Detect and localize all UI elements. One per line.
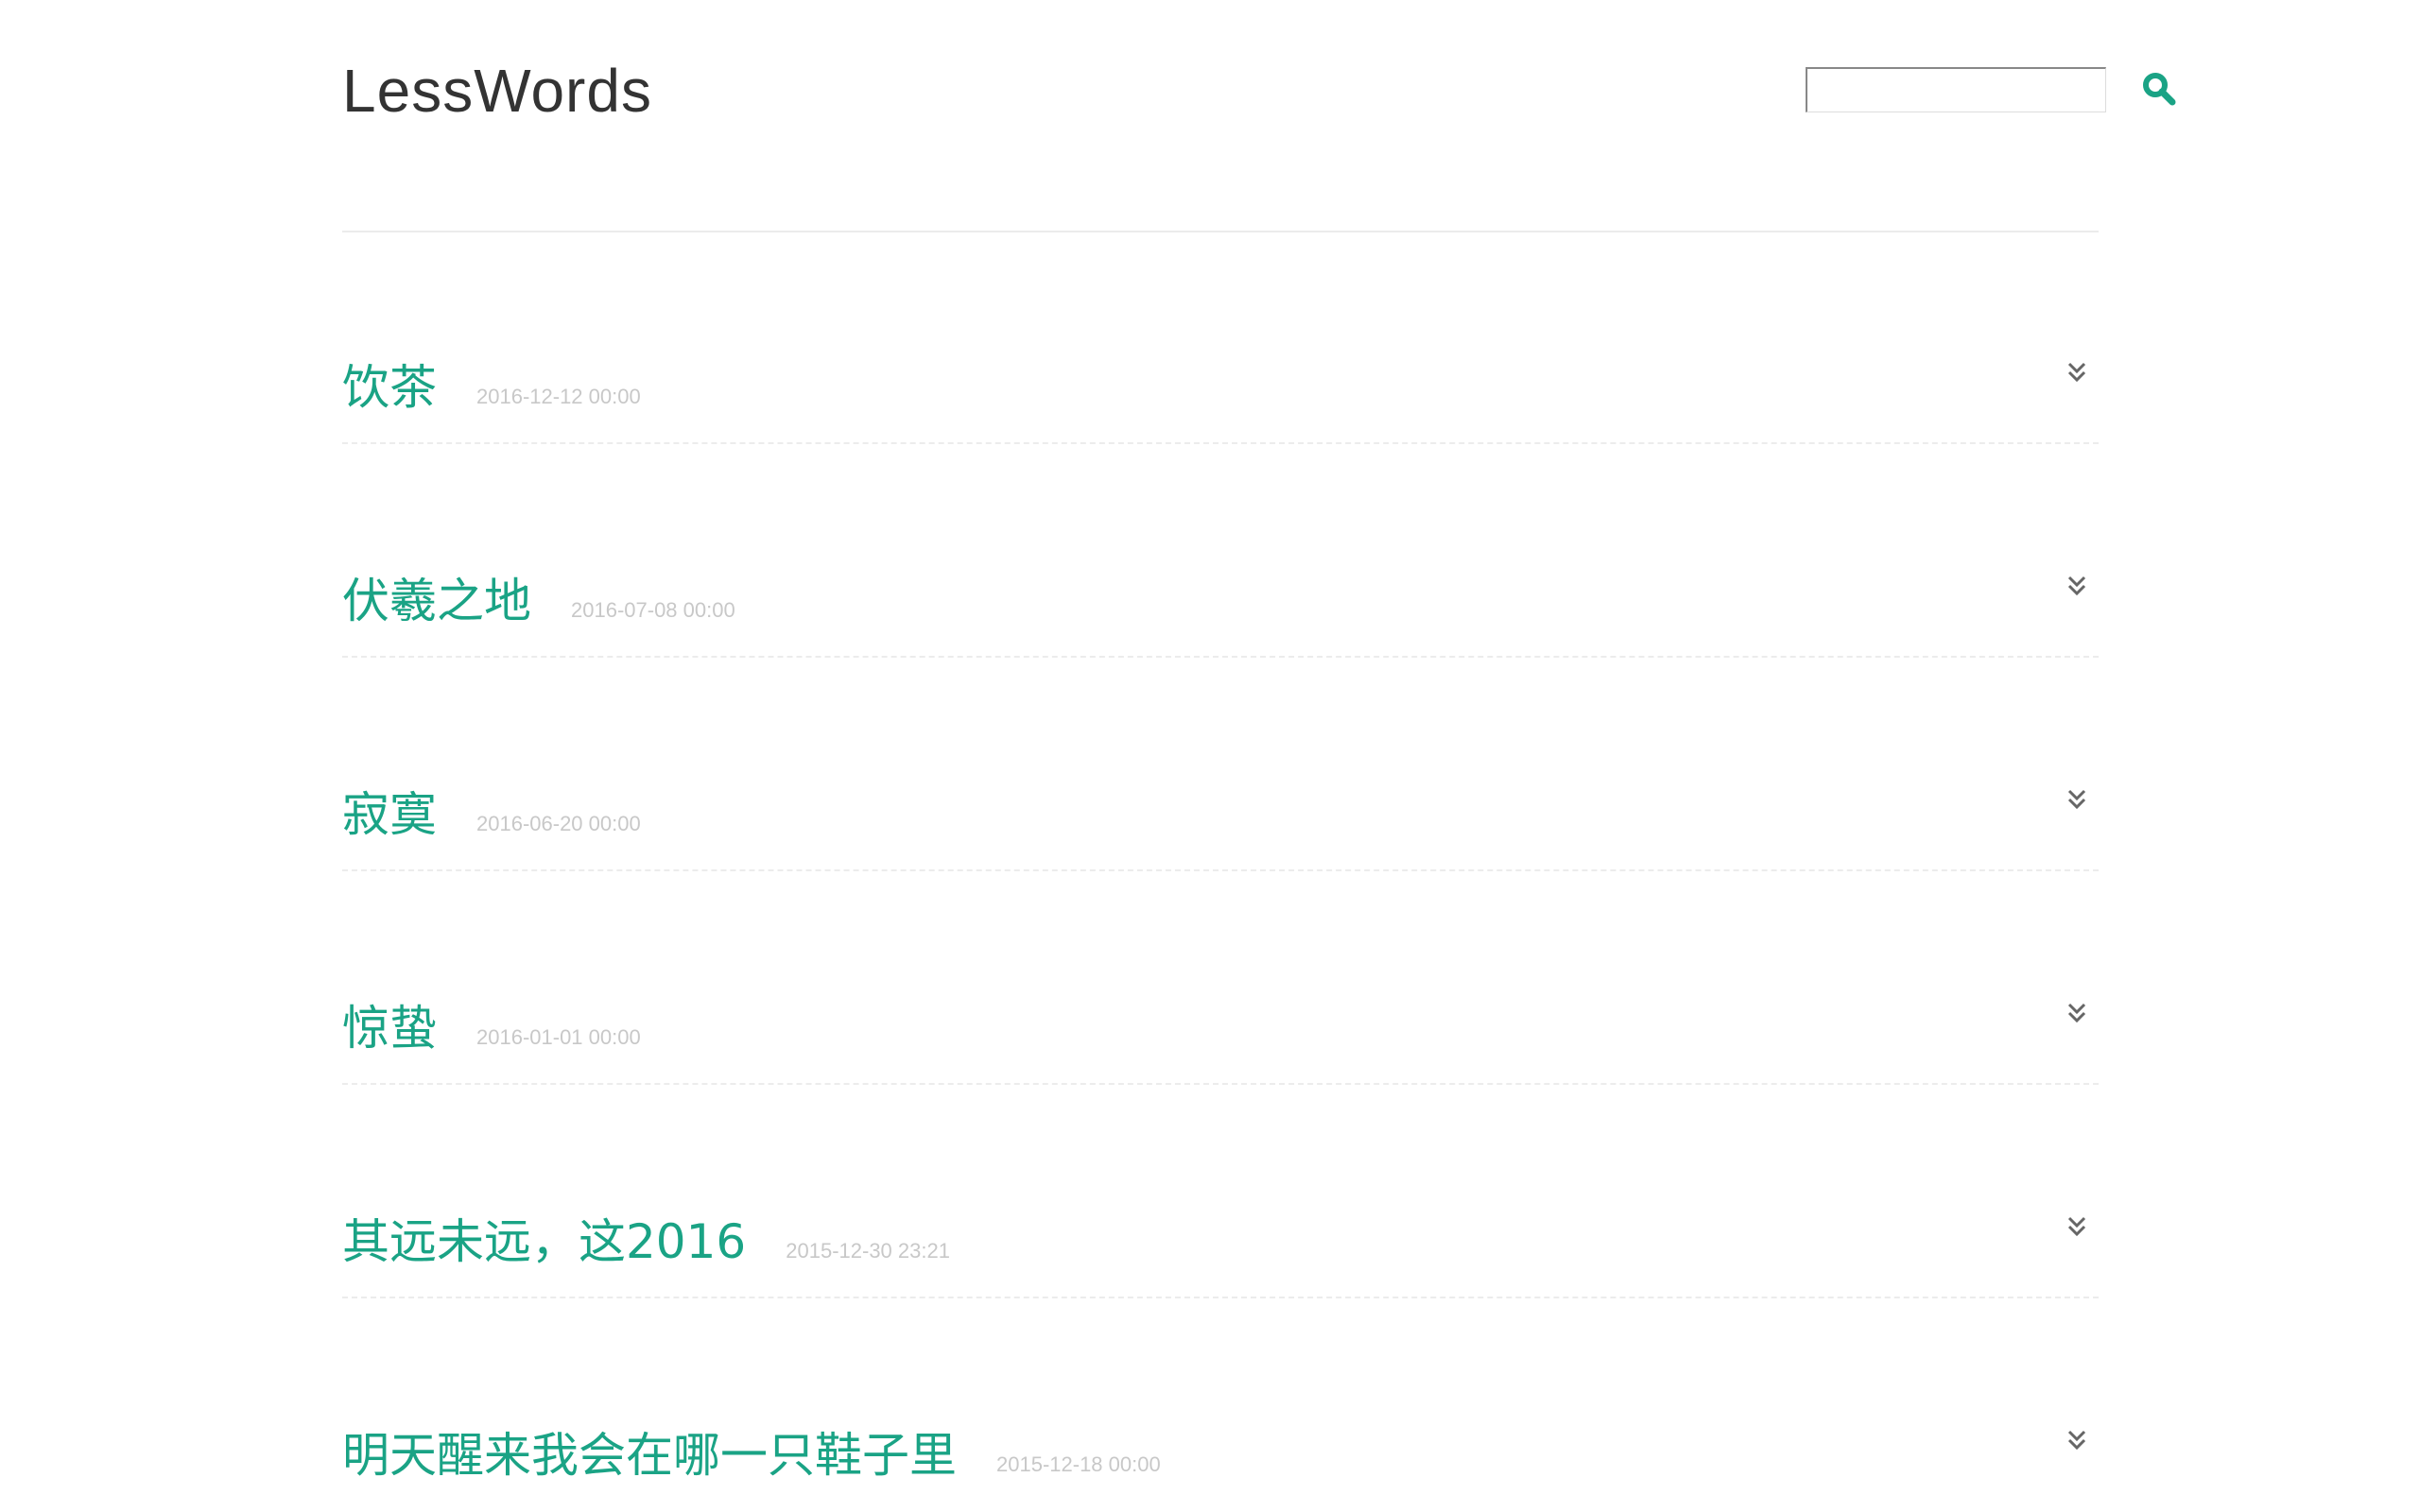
post-header: 其远未远，这2016 2015-12-30 23:21 xyxy=(342,1211,950,1272)
post-header: 惊蛰 2016-01-01 00:00 xyxy=(342,998,641,1058)
search-icon xyxy=(2143,73,2176,106)
post-item: 惊蛰 2016-01-01 00:00 xyxy=(342,871,2099,1085)
expand-button[interactable] xyxy=(2063,1000,2091,1028)
double-chevron-down-icon xyxy=(2067,362,2086,383)
expand-button[interactable] xyxy=(2063,786,2091,815)
post-date: 2016-01-01 00:00 xyxy=(476,1025,641,1049)
post-title[interactable]: 伏羲之地 xyxy=(342,571,531,631)
post-header: 寂寞 2016-06-20 00:00 xyxy=(342,784,641,845)
search-button[interactable] xyxy=(2140,70,2178,108)
post-title[interactable]: 饮茶 xyxy=(342,357,437,418)
expand-button[interactable] xyxy=(2063,359,2091,387)
double-chevron-down-icon xyxy=(2067,576,2086,596)
post-date: 2016-06-20 00:00 xyxy=(476,812,641,835)
post-date: 2016-12-12 00:00 xyxy=(476,385,641,408)
double-chevron-down-icon xyxy=(2067,789,2086,810)
site-header: LessWords xyxy=(342,0,2176,232)
post-item: 伏羲之地 2016-07-08 00:00 xyxy=(342,444,2099,658)
post-item: 其远未远，这2016 2015-12-30 23:21 xyxy=(342,1085,2099,1298)
post-title[interactable]: 寂寞 xyxy=(342,784,437,845)
page: LessWords 饮茶 2016-12-12 00:00 伏羲之地 2016-… xyxy=(0,0,2420,1512)
post-header: 饮茶 2016-12-12 00:00 xyxy=(342,357,641,418)
expand-button[interactable] xyxy=(2063,1213,2091,1242)
double-chevron-down-icon xyxy=(2067,1216,2086,1237)
post-title[interactable]: 明天醒来我会在哪一只鞋子里 xyxy=(342,1425,957,1486)
post-item: 寂寞 2016-06-20 00:00 xyxy=(342,658,2099,871)
post-date: 2015-12-18 00:00 xyxy=(996,1452,1161,1476)
double-chevron-down-icon xyxy=(2067,1003,2086,1023)
expand-button[interactable] xyxy=(2063,573,2091,601)
post-date: 2016-07-08 00:00 xyxy=(571,598,735,622)
post-list: 饮茶 2016-12-12 00:00 伏羲之地 2016-07-08 00:0… xyxy=(342,231,2099,1512)
site-title[interactable]: LessWords xyxy=(342,53,652,129)
post-title[interactable]: 惊蛰 xyxy=(342,998,437,1058)
post-item: 饮茶 2016-12-12 00:00 xyxy=(342,231,2099,444)
post-header: 伏羲之地 2016-07-08 00:00 xyxy=(342,571,735,631)
post-header: 明天醒来我会在哪一只鞋子里 2015-12-18 00:00 xyxy=(342,1425,1161,1486)
search-input[interactable] xyxy=(1806,67,2106,112)
expand-button[interactable] xyxy=(2063,1427,2091,1455)
post-item: 明天醒来我会在哪一只鞋子里 2015-12-18 00:00 xyxy=(342,1298,2099,1512)
post-date: 2015-12-30 23:21 xyxy=(786,1239,950,1263)
double-chevron-down-icon xyxy=(2067,1430,2086,1451)
post-title[interactable]: 其远未远，这2016 xyxy=(342,1211,746,1272)
